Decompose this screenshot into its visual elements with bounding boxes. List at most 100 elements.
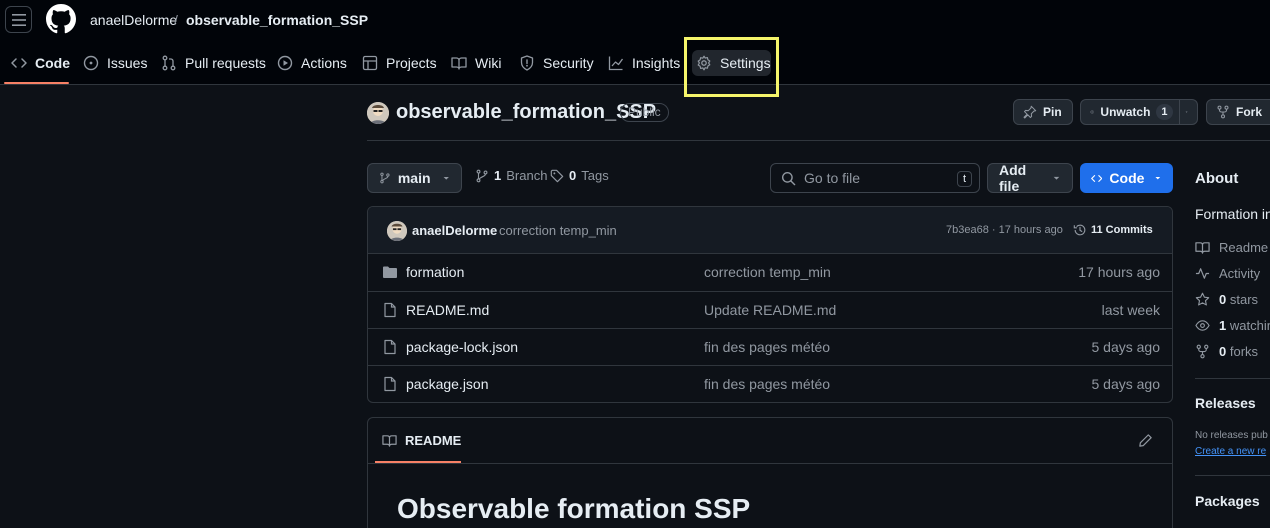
- hamburger-icon: [11, 13, 26, 26]
- file-commit-message[interactable]: fin des pages météo: [704, 376, 830, 392]
- readme-divider: [368, 463, 1172, 464]
- activity-link[interactable]: Activity: [1195, 266, 1260, 281]
- fork-button[interactable]: Fork: [1206, 99, 1270, 125]
- readme-panel: README Observable formation SSP: [367, 417, 1173, 528]
- pull-request-icon: [162, 55, 176, 71]
- watching-label: watching: [1229, 318, 1270, 333]
- commit-author[interactable]: anaelDelorme: [412, 223, 497, 238]
- avatar-face-icon: [387, 221, 407, 241]
- repo-description: Formation in: [1195, 206, 1270, 222]
- fork-icon: [1217, 105, 1229, 119]
- table-row[interactable]: package.json fin des pages météo 5 days …: [368, 365, 1172, 402]
- tab-label: Actions: [301, 55, 347, 71]
- file-name[interactable]: package.json: [406, 376, 489, 392]
- file-name[interactable]: package-lock.json: [406, 339, 518, 355]
- file-date: 17 hours ago: [1078, 264, 1160, 280]
- breadcrumb-repo[interactable]: observable_formation_SSP: [186, 12, 368, 28]
- branch-count: 1: [494, 168, 502, 183]
- tag-label: Tags: [581, 168, 609, 183]
- file-date: 5 days ago: [1091, 376, 1161, 392]
- tab-wiki[interactable]: Wiki: [451, 48, 501, 78]
- repo-owner-avatar[interactable]: [367, 102, 389, 124]
- file-name[interactable]: formation: [406, 264, 464, 280]
- tab-label: Code: [35, 55, 70, 71]
- forks-link[interactable]: 0 forks: [1195, 344, 1258, 359]
- file-icon: [384, 376, 396, 392]
- play-icon: [277, 55, 293, 71]
- forks-label: forks: [1229, 344, 1259, 359]
- forks-count: 0: [1219, 344, 1227, 359]
- graph-icon: [608, 56, 624, 71]
- commit-message[interactable]: correction temp_min: [499, 223, 617, 238]
- watching-count: 1: [1219, 318, 1227, 333]
- code-dropdown-button[interactable]: Code: [1080, 163, 1173, 193]
- pin-icon: [1023, 105, 1037, 119]
- file-commit-message[interactable]: Update README.md: [704, 302, 836, 318]
- file-icon: [384, 302, 396, 318]
- branches-link[interactable]: 1 Branch: [475, 168, 547, 183]
- tab-code[interactable]: Code: [11, 48, 70, 78]
- tag-count: 0: [569, 168, 577, 183]
- tab-actions[interactable]: Actions: [277, 48, 347, 78]
- go-to-file-input[interactable]: Go to file t: [770, 163, 980, 193]
- tab-projects[interactable]: Projects: [362, 48, 437, 78]
- unwatch-button[interactable]: Unwatch 1: [1080, 99, 1198, 125]
- no-releases-text: No releases pub: [1195, 430, 1268, 441]
- unwatch-label: Unwatch: [1100, 105, 1151, 119]
- tab-label: Security: [543, 55, 594, 71]
- commit-hash-time[interactable]: 7b3ea68 · 17 hours ago: [946, 224, 1063, 236]
- create-release-link[interactable]: Create a new re: [1195, 446, 1266, 457]
- watchers-link[interactable]: 1 watching: [1195, 318, 1270, 333]
- commits-link[interactable]: 11 Commits: [1073, 223, 1153, 237]
- commit-author-avatar[interactable]: [387, 221, 407, 241]
- github-logo-icon[interactable]: [46, 4, 76, 34]
- tab-insights[interactable]: Insights: [608, 48, 680, 78]
- tags-link[interactable]: 0 Tags: [550, 168, 609, 183]
- add-file-button[interactable]: Add file: [987, 162, 1073, 194]
- pencil-icon[interactable]: [1138, 433, 1153, 448]
- readme-tab-label: README: [405, 433, 462, 448]
- history-icon: [1073, 224, 1086, 236]
- settings-highlight-box: [684, 37, 779, 97]
- packages-heading[interactable]: Packages: [1195, 493, 1260, 509]
- pin-button[interactable]: Pin: [1013, 99, 1073, 125]
- tab-pull-requests[interactable]: Pull requests: [161, 48, 266, 78]
- menu-button[interactable]: [5, 6, 32, 33]
- file-name[interactable]: README.md: [406, 302, 489, 318]
- tab-label: Pull requests: [185, 55, 266, 71]
- header-divider: [367, 140, 1270, 141]
- caret-down-icon: [1155, 177, 1161, 180]
- stars-link[interactable]: 0 stars: [1195, 292, 1258, 307]
- repo-title[interactable]: observable_formation_SSP: [396, 101, 656, 124]
- file-commit-message[interactable]: fin des pages météo: [704, 339, 830, 355]
- shortcut-key: t: [957, 171, 972, 187]
- star-icon: [1195, 292, 1210, 306]
- sidebar-divider: [1195, 378, 1270, 379]
- code-icon: [11, 58, 27, 68]
- about-heading: About: [1195, 170, 1239, 187]
- releases-heading[interactable]: Releases: [1195, 395, 1256, 411]
- table-row[interactable]: formation correction temp_min 17 hours a…: [368, 254, 1172, 291]
- commit-count: 11 Commits: [1091, 224, 1153, 236]
- table-row[interactable]: package-lock.json fin des pages météo 5 …: [368, 328, 1172, 365]
- tab-security[interactable]: Security: [519, 48, 594, 78]
- branch-select-button[interactable]: main: [367, 163, 462, 193]
- readme-tab[interactable]: README: [382, 433, 461, 448]
- sidebar-divider: [1195, 475, 1270, 476]
- issue-icon: [83, 55, 99, 71]
- file-commit-message[interactable]: correction temp_min: [704, 264, 831, 280]
- stars-label: stars: [1229, 292, 1259, 307]
- file-date: 5 days ago: [1091, 339, 1161, 355]
- tag-icon: [550, 169, 564, 182]
- caret-down-icon[interactable]: [1185, 107, 1188, 117]
- table-row[interactable]: README.md Update README.md last week: [368, 291, 1172, 328]
- readme-link[interactable]: Readme: [1195, 240, 1268, 255]
- fork-label: Fork: [1236, 105, 1263, 119]
- tab-issues[interactable]: Issues: [83, 48, 147, 78]
- book-icon: [451, 57, 467, 70]
- breadcrumb-owner[interactable]: anaelDelorme: [90, 12, 177, 28]
- code-icon: [1091, 174, 1103, 182]
- watch-count: 1: [1156, 104, 1173, 120]
- file-icon: [384, 339, 396, 355]
- branch-label: Branch: [506, 168, 548, 183]
